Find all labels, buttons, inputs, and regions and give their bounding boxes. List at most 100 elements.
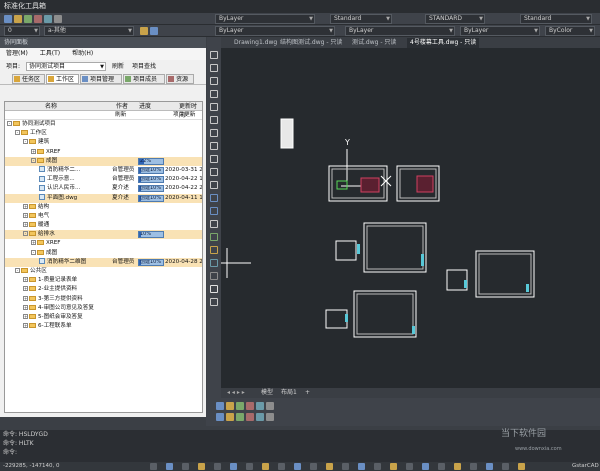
status-toggle-icon[interactable] xyxy=(358,463,365,470)
ellipse-arc-icon[interactable] xyxy=(210,181,218,189)
color-control-combo[interactable]: ByLayer ▼ xyxy=(215,26,335,36)
bottom-tool-icon[interactable] xyxy=(266,413,274,421)
layer-combo[interactable]: 0 ▼ xyxy=(4,26,40,36)
tree-row[interactable]: - 建筑 xyxy=(5,138,202,147)
tree-row[interactable]: 工程示意... 台管理员 创建10% 2020-04-22 13 xyxy=(5,175,202,184)
menu-tools[interactable]: 工具(T) xyxy=(40,50,60,57)
col-name[interactable]: 名称 xyxy=(45,102,57,111)
expander-icon[interactable]: - xyxy=(15,130,20,136)
tree-node[interactable]: 消防精华二维图 xyxy=(39,258,86,267)
tree-node[interactable]: +3-第三方提供资料 xyxy=(23,295,83,304)
expander-icon[interactable]: + xyxy=(23,313,28,319)
status-toggle-icon[interactable] xyxy=(486,463,493,470)
status-toggle-icon[interactable] xyxy=(438,463,445,470)
tab-work-area[interactable]: 工作区 xyxy=(46,74,79,84)
tree-node[interactable]: - 成图 xyxy=(31,157,57,166)
layer-icon[interactable] xyxy=(4,15,12,23)
tree-row[interactable]: - 成图 xyxy=(5,249,202,258)
tree-node[interactable]: +1-质量记录表单 xyxy=(23,276,77,285)
layout-tab-layout1[interactable]: 布局1 xyxy=(281,388,297,398)
circle-icon[interactable] xyxy=(210,129,218,137)
tree-row[interactable]: - 协同测试项目 xyxy=(5,120,202,129)
tree-node[interactable]: +2-业主提供资料 xyxy=(23,285,77,294)
block-icon[interactable] xyxy=(210,207,218,215)
cloud-icon[interactable] xyxy=(210,142,218,150)
project-query-button[interactable]: 项目查找 xyxy=(132,60,156,73)
tab-task-area[interactable]: 任务区 xyxy=(12,74,45,84)
command-window[interactable]: 命令: HSLDYGD 命令: HLTK 命令: 当下软件园 www.downx… xyxy=(0,430,600,462)
status-toggle-icon[interactable] xyxy=(518,463,525,470)
tree-node[interactable]: - 协同测试项目 xyxy=(7,120,56,129)
project-select[interactable]: 协同测试项目 ▼ xyxy=(26,62,106,71)
bottom-tool-icon[interactable] xyxy=(216,402,224,410)
table-icon[interactable] xyxy=(210,272,218,280)
tree-row[interactable]: +1-质量记录表单 xyxy=(5,276,202,285)
tree-row[interactable]: + XREF xyxy=(5,239,202,248)
refresh-button[interactable]: 刷新 xyxy=(112,60,124,73)
tree-row[interactable]: +3-第三方提供资料 xyxy=(5,295,202,304)
menu-help[interactable]: 帮助(H) xyxy=(72,50,93,57)
arc-icon[interactable] xyxy=(210,116,218,124)
bottom-tool-icon[interactable] xyxy=(236,413,244,421)
status-toggle-icon[interactable] xyxy=(342,463,349,470)
refresh-author-button[interactable]: 刷新 xyxy=(115,111,126,120)
tree-node[interactable]: 平面图.dwg xyxy=(39,194,77,203)
tree-node[interactable]: + 结构 xyxy=(23,203,49,212)
status-toggle-icon[interactable] xyxy=(310,463,317,470)
status-toggle-icon[interactable] xyxy=(246,463,253,470)
drawing-canvas[interactable]: Y xyxy=(221,48,600,388)
layer-state-combo[interactable]: a-其他 ▼ xyxy=(44,26,134,36)
plotstyle-combo[interactable]: ByColor ▼ xyxy=(545,26,595,36)
table-style-combo[interactable]: Standard ▼ xyxy=(520,14,592,24)
region-icon[interactable] xyxy=(210,259,218,267)
expander-icon[interactable]: + xyxy=(31,148,36,154)
bottom-tool-icon[interactable] xyxy=(246,413,254,421)
bottom-tool-icon[interactable] xyxy=(256,413,264,421)
tree-row[interactable]: - 成图 22% xyxy=(5,156,202,166)
tree-node[interactable]: - 公共区 xyxy=(15,267,47,276)
menu-manage[interactable]: 管理(M) xyxy=(6,50,28,57)
doc-tab-drawing1[interactable]: Drawing1.dwg xyxy=(231,38,280,48)
col-progress[interactable]: 进度 xyxy=(139,102,151,111)
tree-row[interactable]: +4-审图公司意见及答复 xyxy=(5,304,202,313)
tree-row[interactable]: 平面图.dwg 夏介述 创建10% 2020-04-11 11 xyxy=(5,193,202,203)
status-toggle-icon[interactable] xyxy=(374,463,381,470)
status-toggle-icon[interactable] xyxy=(150,463,157,470)
tools-icon[interactable] xyxy=(54,15,62,23)
polygon-icon[interactable] xyxy=(210,90,218,98)
status-toggle-icon[interactable] xyxy=(390,463,397,470)
tree-row[interactable]: 消防精华二... 台管理员 创建10% 2020-03-31 20 xyxy=(5,166,202,175)
expander-icon[interactable]: - xyxy=(31,157,36,163)
insert-icon[interactable] xyxy=(210,194,218,202)
tree-row[interactable]: + XREF xyxy=(5,148,202,157)
expander-icon[interactable]: + xyxy=(31,240,36,246)
tree-row[interactable]: +2-业主提供资料 xyxy=(5,285,202,294)
tree-node[interactable]: - 建筑 xyxy=(23,138,49,147)
expander-icon[interactable]: + xyxy=(23,286,28,292)
layer-prev-icon[interactable] xyxy=(140,27,148,35)
rectangle-icon[interactable] xyxy=(210,103,218,111)
tree-node[interactable]: + 电气 xyxy=(23,212,49,221)
col-author[interactable]: 作者 xyxy=(116,102,128,111)
spline-icon[interactable] xyxy=(210,155,218,163)
expander-icon[interactable]: + xyxy=(23,304,28,310)
tree-row[interactable]: 消防精华二维图 台管理员 创建10% 2020-04-28 20 xyxy=(5,257,202,267)
doc-tab-structure[interactable]: 结构图测试.dwg - 只读 xyxy=(277,38,345,48)
status-toggle-icon[interactable] xyxy=(230,463,237,470)
tree-row[interactable]: - 给排水 10% xyxy=(5,230,202,240)
bottom-tool-icon[interactable] xyxy=(226,402,234,410)
tree-row[interactable]: + 暖通 xyxy=(5,221,202,230)
tree-node[interactable]: 工程示意... xyxy=(39,175,75,184)
polyline-icon[interactable] xyxy=(210,77,218,85)
bottom-tool-icon[interactable] xyxy=(256,402,264,410)
tree-node[interactable]: - 工作区 xyxy=(15,129,47,138)
command-input[interactable]: 命令: xyxy=(0,448,600,457)
tree-row[interactable]: + 电气 xyxy=(5,212,202,221)
lineweight-combo[interactable]: ByLayer ▼ xyxy=(460,26,540,36)
expander-icon[interactable]: - xyxy=(15,268,20,273)
tree-row[interactable]: + 结构 xyxy=(5,203,202,212)
expander-icon[interactable]: - xyxy=(31,249,36,255)
status-toggle-icon[interactable] xyxy=(326,463,333,470)
tree-node[interactable]: - 给排水 xyxy=(23,230,55,239)
bottom-tool-icon[interactable] xyxy=(216,413,224,421)
